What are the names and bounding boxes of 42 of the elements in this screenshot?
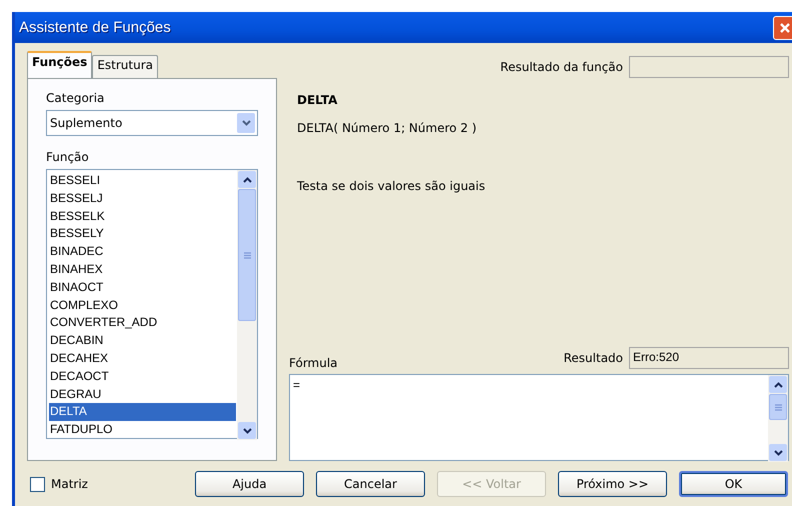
function-item[interactable]: DEGRAU (49, 386, 236, 404)
result-field: Erro:520 (629, 347, 789, 369)
dialog-button[interactable]: Ajuda (195, 471, 304, 497)
function-item[interactable]: BINAOCT (49, 278, 236, 297)
function-item[interactable]: BESSELK (49, 208, 236, 226)
function-item[interactable]: DECABIN (49, 332, 236, 350)
function-item[interactable]: CONVERTER_ADD (49, 314, 236, 332)
function-item[interactable]: BINADEC (49, 243, 236, 261)
result-label: Resultado (564, 351, 623, 365)
tab[interactable]: Funções (27, 51, 92, 78)
function-item[interactable]: DELTA (49, 403, 236, 422)
window-title: Assistente de Funções (19, 19, 171, 36)
scrollbar[interactable] (237, 170, 257, 440)
tab[interactable]: Estrutura (92, 55, 158, 78)
function-label: Função (46, 150, 89, 164)
function-signature: DELTA( Número 1; Número 2 ) (297, 121, 478, 135)
dialog-button[interactable]: Cancelar (316, 471, 425, 497)
grip-icon (244, 252, 250, 258)
close-button[interactable] (773, 16, 792, 40)
array-label: Matriz (51, 477, 88, 491)
function-item[interactable]: COMPLEXO (49, 296, 236, 314)
function-item[interactable]: BESSELY (49, 225, 236, 244)
grip-icon (774, 404, 782, 410)
function-item[interactable]: DECAOCT (49, 368, 236, 386)
function-item[interactable]: BINAHEX (49, 260, 236, 279)
function-item[interactable]: DECAHEX (49, 350, 236, 368)
formula-label: Fórmula (289, 356, 338, 370)
function-name: DELTA (297, 93, 338, 107)
dialog-button[interactable]: Próximo >> (558, 471, 667, 497)
category-dropdown[interactable]: Suplemento (46, 110, 258, 136)
dialog-button[interactable]: OK (679, 471, 788, 497)
function-item[interactable]: BESSELI (49, 172, 236, 190)
function-result-label: Resultado da função (500, 60, 623, 74)
function-description: Testa se dois valores são iguais (297, 179, 486, 193)
function-item[interactable]: BESSELJ (49, 190, 236, 208)
formula-field[interactable]: = (289, 374, 789, 461)
category-label: Categoria (46, 91, 104, 105)
chevron-down-icon (242, 120, 250, 126)
close-icon (779, 22, 791, 34)
scrollbar[interactable] (768, 375, 788, 462)
function-item[interactable]: FATDUPLO (49, 421, 236, 439)
array-checkbox[interactable] (30, 476, 45, 492)
